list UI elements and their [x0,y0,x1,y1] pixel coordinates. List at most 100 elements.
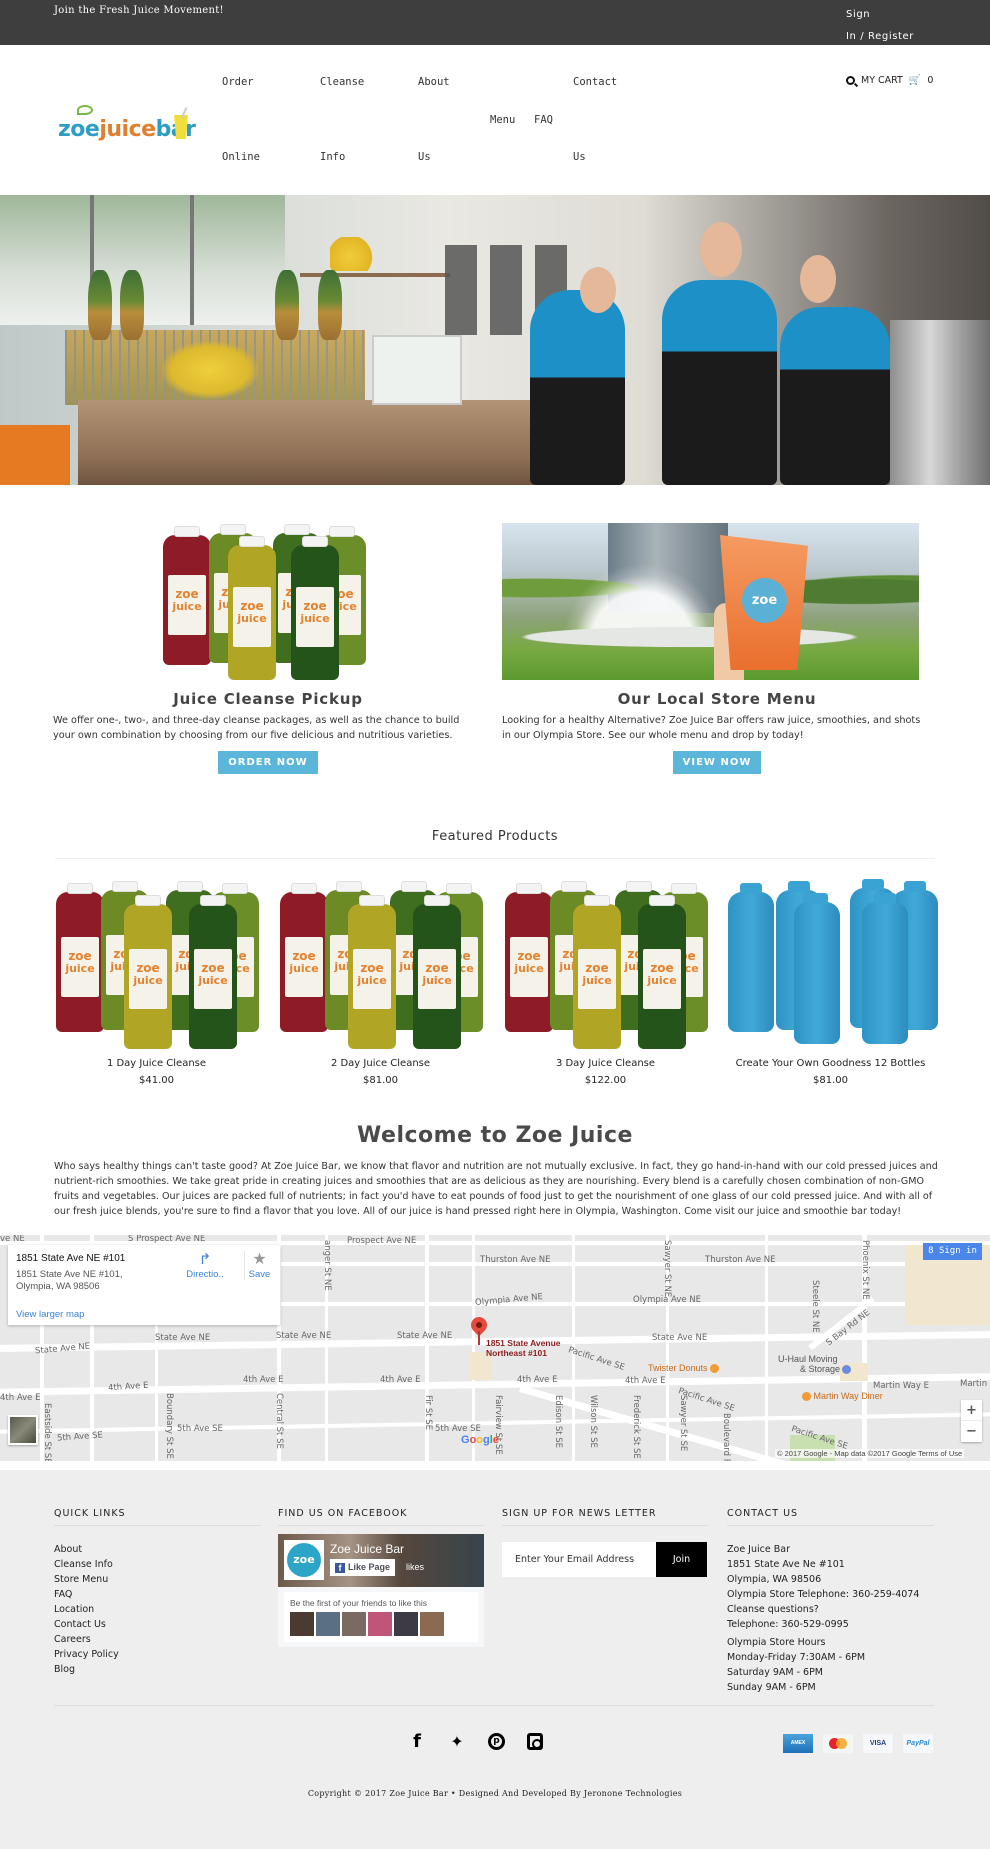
nav-contact-us[interactable]: Contact Us [573,74,617,165]
street-label: 5th Ave SE [56,1430,104,1444]
bottle-dark-green [189,895,237,1049]
product-name[interactable]: Create Your Own Goodness 12 Bottles [728,1058,933,1069]
logo-zoe: zoe [58,117,100,142]
product-image[interactable] [54,880,259,1049]
product-card[interactable]: Create Your Own Goodness 12 Bottles $81.… [728,879,938,1086]
footer-link-blog[interactable]: Blog [54,1664,75,1675]
street-label: Sawyer St SE [678,1395,688,1452]
zoom-out-button[interactable]: − [961,1421,982,1442]
footer-link-privacy-policy[interactable]: Privacy Policy [54,1649,119,1660]
instagram-icon[interactable] [527,1733,543,1750]
footer-link-location[interactable]: Location [54,1604,94,1615]
facebook-friends: Be the first of your friends to like thi… [284,1592,478,1642]
hero-bananas [160,340,260,400]
footer-link-faq[interactable]: FAQ [54,1589,72,1600]
street-label: Pacific Ave SE [566,1345,626,1373]
directions-icon: ↱ [198,1251,212,1268]
pinterest-icon[interactable]: p [488,1733,505,1750]
hero-pineapple [88,270,112,340]
newsletter-email-input[interactable] [502,1542,656,1577]
street-label: Central St SE [274,1393,284,1449]
quick-links-title: QUICK LINKS [54,1508,261,1526]
street-label: Thurston Ave NE [480,1255,551,1265]
road [270,1262,990,1266]
my-cart-link[interactable]: MY CART [861,75,903,86]
view-larger-map-link[interactable]: View larger map [16,1309,84,1320]
hero-steel-juicer [890,320,990,485]
facebook-column: FIND US ON FACEBOOK zoe Zoe Juice Bar fL… [278,1508,484,1647]
facebook-page-name[interactable]: Zoe Juice Bar [330,1542,404,1556]
poi-martin-way-diner[interactable]: Martin Way Diner [800,1391,883,1402]
product-name[interactable]: 1 Day Juice Cleanse [54,1058,259,1069]
contact-column: CONTACT US Zoe Juice Bar 1851 State Ave … [727,1508,934,1695]
logo[interactable]: zoejuicebar [56,105,196,145]
contact-line: 1851 State Ave Ne #101 [727,1559,845,1570]
poi-uhaul-line2[interactable]: & Storage [800,1364,852,1375]
friend-avatar[interactable] [420,1612,444,1636]
view-now-button[interactable]: VIEW NOW [672,751,762,774]
product-card[interactable]: 3 Day Juice Cleanse $122.00 [503,880,708,1086]
product-price: $81.00 [363,1075,398,1086]
nav-order-online[interactable]: Order Online [222,74,260,165]
zoom-in-button[interactable]: + [961,1400,982,1421]
nav-menu[interactable]: Menu [490,112,515,128]
directions-button[interactable]: ↱ Directio.. [180,1251,230,1280]
facebook-widget: zoe Zoe Juice Bar f Like Page likes Be th… [278,1534,484,1647]
street-label: Boundary St SE [164,1393,174,1459]
product-card[interactable]: 1 Day Juice Cleanse $41.00 [54,880,259,1086]
facebook-icon[interactable]: f [408,1731,426,1752]
google-map[interactable]: ve NE S Prospect Ave NE Prospect Ave NE … [0,1235,990,1461]
poi-uhaul[interactable]: U-Haul Moving [778,1354,838,1364]
friend-avatar[interactable] [290,1612,314,1636]
product-image[interactable] [278,880,483,1049]
facebook-avatar[interactable]: zoe [284,1540,324,1580]
bottle-red [280,883,328,1032]
friend-avatar[interactable] [316,1612,340,1636]
blue-bottle [794,893,840,1044]
sign-in-register-link[interactable]: Sign In / Register [846,4,926,48]
save-button[interactable]: ★ Save [244,1251,274,1280]
nav-about-us[interactable]: About Us [418,74,450,165]
social-links: f ✦ p [408,1731,543,1752]
store-menu-image[interactable]: zoe [502,523,932,680]
nav-faq[interactable]: FAQ [534,112,553,128]
footer-link-about[interactable]: About [54,1544,82,1555]
product-name[interactable]: 2 Day Juice Cleanse [278,1058,483,1069]
street-label: 4th Ave E [380,1375,421,1385]
street-label: Boulevard Rd [721,1413,731,1461]
product-image[interactable] [728,879,938,1044]
street-label: Martin Way E [873,1381,929,1391]
street-label: 4th Ave E [625,1376,666,1386]
hero-pineapple [275,270,299,340]
product-card[interactable]: 2 Day Juice Cleanse $81.00 [278,880,483,1086]
map-sign-in-button[interactable]: 8 Sign in [923,1243,982,1260]
street-label: Thurston Ave NE [705,1255,776,1265]
nav-cleanse-info[interactable]: Cleanse Info [320,74,364,165]
product-image[interactable] [503,880,708,1049]
friend-avatar[interactable] [368,1612,392,1636]
hero-bananas-shelf [330,237,380,271]
bottle-yellow [573,895,621,1049]
street-label: S Prospect Ave NE [128,1235,206,1244]
friend-avatar[interactable] [342,1612,366,1636]
footer-link-contact-us[interactable]: Contact Us [54,1619,106,1630]
twitter-icon[interactable]: ✦ [448,1732,466,1751]
street-label: Steele St NE [810,1280,820,1333]
hero-pineapple [120,270,144,340]
facebook-like-button[interactable]: f Like Page [330,1559,396,1576]
footer-link-store-menu[interactable]: Store Menu [54,1574,108,1585]
street-label: Prospect Ave NE [347,1236,417,1246]
product-name[interactable]: 3 Day Juice Cleanse [503,1058,708,1069]
cleanse-bottles-image[interactable] [53,523,483,680]
cart-icon[interactable]: 🛒 [909,75,921,86]
footer-link-careers[interactable]: Careers [54,1634,91,1645]
store-hours-line: Saturday 9AM - 6PM [727,1667,824,1678]
footer-link-cleanse-info[interactable]: Cleanse Info [54,1559,113,1570]
order-now-button[interactable]: ORDER NOW [218,751,318,774]
storage-icon [842,1365,852,1375]
friend-avatar[interactable] [394,1612,418,1636]
newsletter-join-button[interactable]: Join [656,1542,707,1577]
search-icon[interactable] [846,76,855,85]
satellite-view-toggle[interactable] [8,1415,38,1445]
poi-twister-donuts[interactable]: Twister Donuts [648,1363,719,1374]
